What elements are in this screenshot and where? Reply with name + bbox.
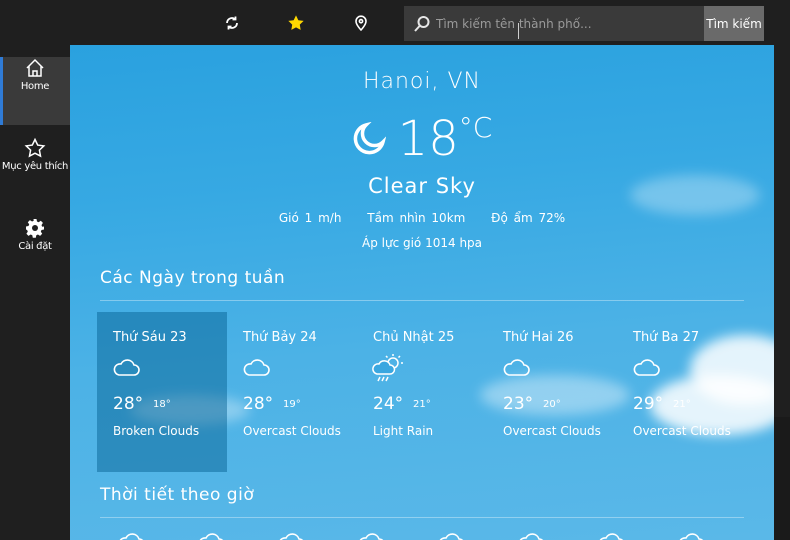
day-name: Thứ Ba 27 bbox=[633, 330, 700, 345]
sidebar-item-label: Cài đặt bbox=[18, 241, 52, 252]
day-description: Light Rain bbox=[373, 424, 434, 438]
cloud-icon bbox=[519, 533, 544, 540]
day-description: Broken Clouds bbox=[113, 424, 200, 438]
scrollbar-track[interactable] bbox=[774, 45, 790, 417]
sidebar-item-settings[interactable]: Cài đặt bbox=[0, 217, 70, 285]
sidebar-item-label: Mục yêu thích bbox=[1, 161, 69, 172]
weather-details: Gió 1 m/h Tầm nhìn 10km Độ ẩm 72% bbox=[70, 211, 774, 225]
star-outline-icon bbox=[24, 137, 46, 158]
weather-main: Hanoi, VN 18°C Clear Sky Gió 1 m/h Tầm n… bbox=[70, 45, 774, 540]
cloud-icon bbox=[279, 533, 304, 540]
crescent-moon-icon bbox=[353, 122, 386, 155]
cloud-icon bbox=[243, 359, 270, 376]
weather-condition: Clear Sky bbox=[368, 174, 476, 198]
day-high-temp: 28° bbox=[243, 394, 274, 414]
cloud-icon bbox=[679, 533, 704, 540]
day-low-temp: 19° bbox=[283, 399, 301, 410]
sidebar-item-home[interactable]: Home bbox=[0, 57, 70, 125]
current-temperature-row: 18°C bbox=[70, 111, 774, 167]
day-low-temp: 21° bbox=[673, 399, 691, 410]
cloud-icon bbox=[599, 533, 624, 540]
cloud-rain-icon bbox=[439, 533, 464, 540]
day-description: Overcast Clouds bbox=[243, 424, 341, 438]
day-high-temp: 23° bbox=[503, 394, 534, 414]
day-low-temp: 21° bbox=[413, 399, 431, 410]
day-card[interactable]: Thứ Sáu 23 28° 18° Broken Clouds bbox=[97, 312, 227, 472]
day-description: Overcast Clouds bbox=[633, 424, 731, 438]
gear-icon bbox=[26, 219, 44, 238]
map-pin-icon[interactable] bbox=[351, 13, 371, 33]
day-name: Thứ Bảy 24 bbox=[243, 330, 317, 345]
cloud-icon bbox=[633, 359, 660, 376]
day-description: Overcast Clouds bbox=[503, 424, 601, 438]
temperature-value: 18°C bbox=[397, 111, 493, 167]
day-name: Thứ Sáu 23 bbox=[113, 330, 187, 345]
wind-speed: Gió 1 m/h bbox=[278, 211, 342, 225]
search-icon bbox=[410, 12, 434, 36]
search-button[interactable]: Tìm kiếm bbox=[704, 6, 764, 41]
cloud-icon bbox=[119, 533, 144, 540]
day-card[interactable]: Thứ Bảy 24 28° 19° Overcast Clouds bbox=[227, 312, 357, 472]
humidity: Độ ẩm 72% bbox=[491, 211, 566, 225]
weekly-section-title: Các Ngày trong tuần bbox=[100, 268, 286, 288]
star-icon[interactable] bbox=[286, 13, 306, 33]
day-high-temp: 24° bbox=[373, 394, 404, 414]
day-high-temp: 29° bbox=[633, 394, 664, 414]
section-divider bbox=[100, 517, 744, 518]
cloud-icon bbox=[359, 533, 384, 540]
day-name: Thứ Hai 26 bbox=[503, 330, 574, 345]
search-input[interactable] bbox=[434, 16, 698, 31]
day-card[interactable]: Chủ Nhật 25 24° 21° Light Rain bbox=[357, 312, 487, 472]
sun-rain-cloud-icon bbox=[372, 354, 403, 382]
visibility: Tầm nhìn 10km bbox=[367, 211, 466, 225]
day-card[interactable]: Thứ Hai 26 23° 20° Overcast Clouds bbox=[487, 312, 617, 472]
day-high-temp: 28° bbox=[113, 394, 144, 414]
pressure: Áp lực gió 1014 hpa bbox=[361, 236, 483, 250]
day-low-temp: 18° bbox=[153, 399, 171, 410]
cloud-icon bbox=[503, 359, 530, 376]
day-low-temp: 20° bbox=[543, 399, 561, 410]
sidebar: Home Mục yêu thích Cài đặt bbox=[0, 45, 70, 540]
cloud-icon bbox=[113, 359, 140, 376]
window-edge bbox=[774, 417, 790, 540]
day-card[interactable]: Thứ Ba 27 29° 21° Overcast Clouds bbox=[617, 312, 747, 472]
section-divider bbox=[100, 300, 744, 301]
home-icon bbox=[26, 58, 44, 77]
temperature-unit: °C bbox=[458, 111, 493, 144]
hourly-section-title: Thời tiết theo giờ bbox=[100, 485, 255, 505]
cloud-icon bbox=[199, 533, 224, 540]
sidebar-item-favorites[interactable]: Mục yêu thích bbox=[0, 137, 70, 205]
city-name: Hanoi, VN bbox=[362, 69, 482, 94]
sidebar-item-label: Home bbox=[20, 81, 50, 92]
day-name: Chủ Nhật 25 bbox=[373, 330, 455, 345]
refresh-icon[interactable] bbox=[222, 13, 242, 33]
top-bar: Tìm kiếm bbox=[0, 0, 790, 45]
search-box[interactable] bbox=[404, 6, 704, 41]
text-cursor-icon bbox=[518, 23, 519, 39]
